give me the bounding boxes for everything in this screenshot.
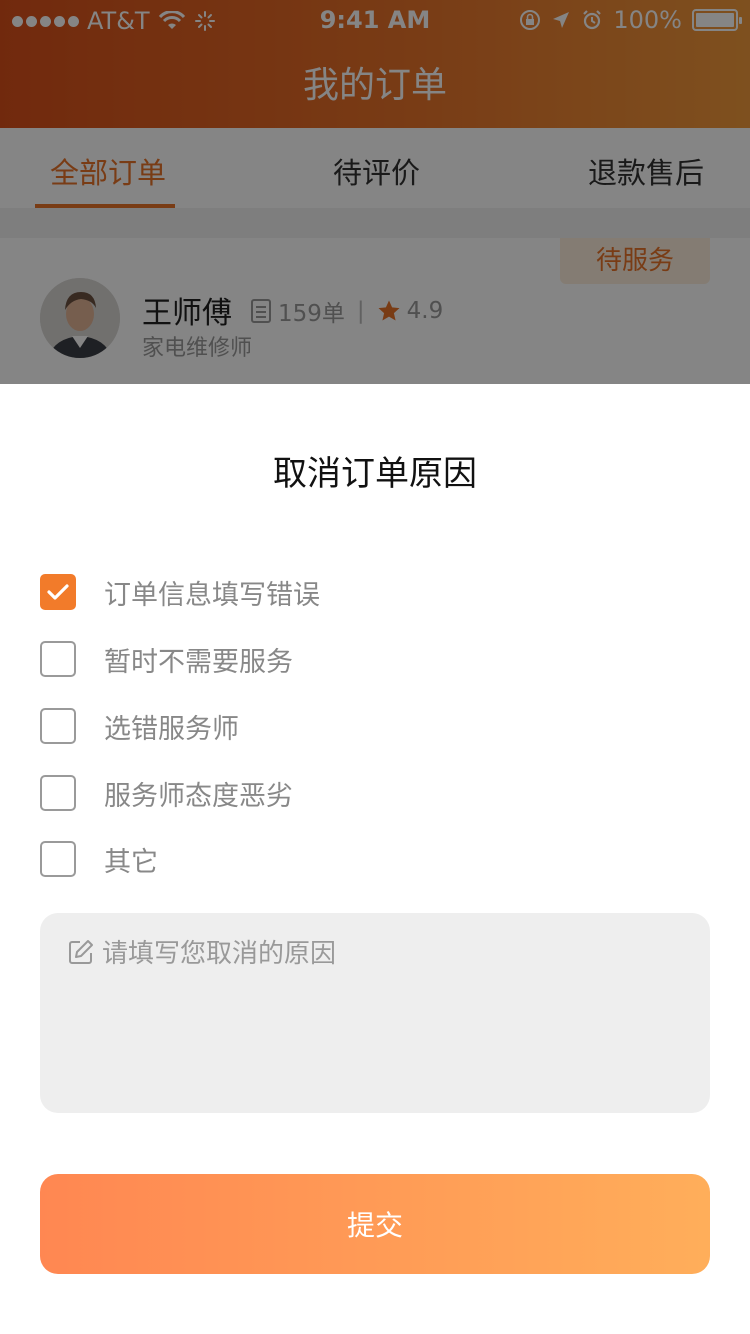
reason-textarea[interactable]	[102, 933, 692, 1093]
cancel-reason-sheet: 取消订单原因 订单信息填写错误 暂时不需要服务 选错服务师 服务师态度恶劣 其它…	[0, 384, 750, 1334]
reason-option-info-error[interactable]: 订单信息填写错误	[40, 574, 320, 611]
reason-option-bad-attitude[interactable]: 服务师态度恶劣	[40, 775, 293, 812]
checkbox[interactable]	[40, 641, 76, 677]
check-icon	[47, 584, 69, 600]
reason-label: 服务师态度恶劣	[104, 780, 293, 812]
checkbox[interactable]	[40, 775, 76, 811]
checkbox[interactable]	[40, 708, 76, 744]
reason-option-wrong-worker[interactable]: 选错服务师	[40, 708, 239, 745]
reason-label: 订单信息填写错误	[104, 579, 320, 611]
reason-label: 其它	[104, 846, 158, 878]
modal-overlay[interactable]	[0, 0, 750, 384]
checkbox[interactable]	[40, 841, 76, 877]
reason-textarea-container	[40, 913, 710, 1113]
reason-option-not-needed[interactable]: 暂时不需要服务	[40, 641, 293, 678]
submit-button[interactable]: 提交	[40, 1174, 710, 1274]
reason-option-other[interactable]: 其它	[40, 841, 158, 878]
reason-label: 选错服务师	[104, 713, 239, 745]
edit-icon	[69, 940, 93, 964]
sheet-title: 取消订单原因	[273, 454, 477, 494]
checkbox-checked[interactable]	[40, 574, 76, 610]
reason-label: 暂时不需要服务	[104, 646, 293, 678]
